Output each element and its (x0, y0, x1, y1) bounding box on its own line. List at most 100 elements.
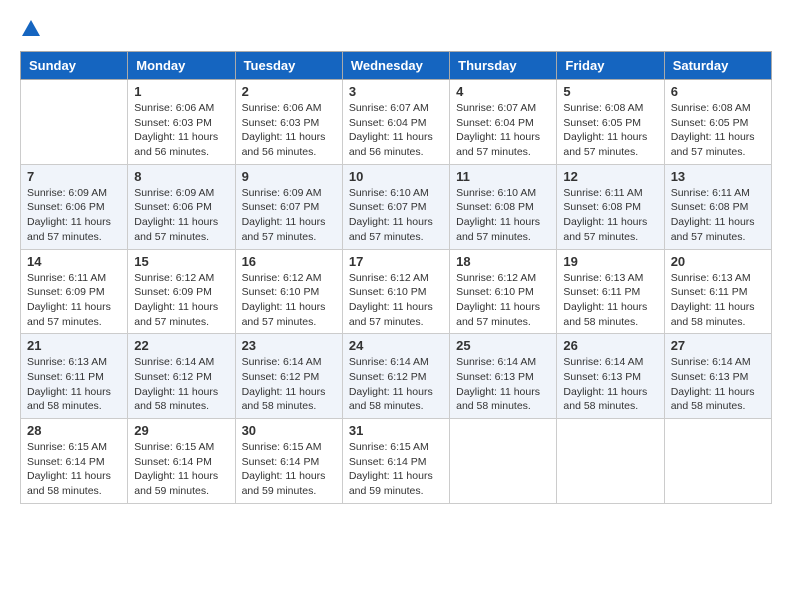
day-number: 3 (349, 84, 443, 99)
day-number: 8 (134, 169, 228, 184)
day-info: Sunrise: 6:06 AM Sunset: 6:03 PM Dayligh… (134, 101, 228, 160)
calendar-header-row: SundayMondayTuesdayWednesdayThursdayFrid… (21, 52, 772, 80)
day-number: 15 (134, 254, 228, 269)
day-info: Sunrise: 6:11 AM Sunset: 6:08 PM Dayligh… (563, 186, 657, 245)
day-number: 9 (242, 169, 336, 184)
day-number: 28 (27, 423, 121, 438)
day-info: Sunrise: 6:13 AM Sunset: 6:11 PM Dayligh… (563, 271, 657, 330)
day-info: Sunrise: 6:14 AM Sunset: 6:13 PM Dayligh… (456, 355, 550, 414)
day-number: 16 (242, 254, 336, 269)
logo (20, 20, 40, 41)
day-info: Sunrise: 6:13 AM Sunset: 6:11 PM Dayligh… (671, 271, 765, 330)
calendar-cell: 22 Sunrise: 6:14 AM Sunset: 6:12 PM Dayli… (128, 334, 235, 419)
day-number: 19 (563, 254, 657, 269)
day-info: Sunrise: 6:12 AM Sunset: 6:09 PM Dayligh… (134, 271, 228, 330)
day-info: Sunrise: 6:09 AM Sunset: 6:06 PM Dayligh… (27, 186, 121, 245)
day-number: 20 (671, 254, 765, 269)
day-number: 14 (27, 254, 121, 269)
logo-icon (22, 20, 40, 36)
calendar-cell: 10Sunrise: 6:10 AM Sunset: 6:07 PM Dayli… (342, 164, 449, 249)
day-number: 24 (349, 338, 443, 353)
day-info: Sunrise: 6:07 AM Sunset: 6:04 PM Dayligh… (349, 101, 443, 160)
day-number: 17 (349, 254, 443, 269)
day-number: 21 (27, 338, 121, 353)
day-info: Sunrise: 6:15 AM Sunset: 6:14 PM Dayligh… (349, 440, 443, 499)
calendar-cell: 5 Sunrise: 6:08 AM Sunset: 6:05 PM Daylig… (557, 80, 664, 165)
calendar-cell: 30 Sunrise: 6:15 AM Sunset: 6:14 PM Dayli… (235, 419, 342, 504)
calendar-cell: 23 Sunrise: 6:14 AM Sunset: 6:12 PM Dayli… (235, 334, 342, 419)
calendar-cell (557, 419, 664, 504)
day-info: Sunrise: 6:12 AM Sunset: 6:10 PM Dayligh… (349, 271, 443, 330)
day-info: Sunrise: 6:08 AM Sunset: 6:05 PM Dayligh… (671, 101, 765, 160)
header-wednesday: Wednesday (342, 52, 449, 80)
calendar-cell: 17 Sunrise: 6:12 AM Sunset: 6:10 PM Dayli… (342, 249, 449, 334)
calendar-cell: 7 Sunrise: 6:09 AM Sunset: 6:06 PM Daylig… (21, 164, 128, 249)
day-info: Sunrise: 6:11 AM Sunset: 6:08 PM Dayligh… (671, 186, 765, 245)
day-number: 18 (456, 254, 550, 269)
calendar-week-row: 28 Sunrise: 6:15 AM Sunset: 6:14 PM Dayli… (21, 419, 772, 504)
day-number: 22 (134, 338, 228, 353)
day-number: 5 (563, 84, 657, 99)
day-number: 26 (563, 338, 657, 353)
day-info: Sunrise: 6:15 AM Sunset: 6:14 PM Dayligh… (134, 440, 228, 499)
calendar-cell: 26 Sunrise: 6:14 AM Sunset: 6:13 PM Dayli… (557, 334, 664, 419)
day-info: Sunrise: 6:14 AM Sunset: 6:12 PM Dayligh… (242, 355, 336, 414)
day-info: Sunrise: 6:12 AM Sunset: 6:10 PM Dayligh… (242, 271, 336, 330)
calendar-cell: 15 Sunrise: 6:12 AM Sunset: 6:09 PM Dayli… (128, 249, 235, 334)
calendar-cell: 31 Sunrise: 6:15 AM Sunset: 6:14 PM Dayli… (342, 419, 449, 504)
calendar-cell: 4Sunrise: 6:07 AM Sunset: 6:04 PM Daylig… (450, 80, 557, 165)
calendar-cell: 18 Sunrise: 6:12 AM Sunset: 6:10 PM Dayli… (450, 249, 557, 334)
day-info: Sunrise: 6:10 AM Sunset: 6:08 PM Dayligh… (456, 186, 550, 245)
day-info: Sunrise: 6:15 AM Sunset: 6:14 PM Dayligh… (242, 440, 336, 499)
calendar-cell (21, 80, 128, 165)
day-info: Sunrise: 6:11 AM Sunset: 6:09 PM Dayligh… (27, 271, 121, 330)
day-info: Sunrise: 6:14 AM Sunset: 6:12 PM Dayligh… (134, 355, 228, 414)
calendar-cell: 27Sunrise: 6:14 AM Sunset: 6:13 PM Dayli… (664, 334, 771, 419)
day-info: Sunrise: 6:06 AM Sunset: 6:03 PM Dayligh… (242, 101, 336, 160)
day-info: Sunrise: 6:14 AM Sunset: 6:13 PM Dayligh… (563, 355, 657, 414)
day-number: 27 (671, 338, 765, 353)
day-number: 31 (349, 423, 443, 438)
calendar-week-row: 21Sunrise: 6:13 AM Sunset: 6:11 PM Dayli… (21, 334, 772, 419)
day-info: Sunrise: 6:14 AM Sunset: 6:12 PM Dayligh… (349, 355, 443, 414)
calendar-cell: 19 Sunrise: 6:13 AM Sunset: 6:11 PM Dayli… (557, 249, 664, 334)
calendar-week-row: 7 Sunrise: 6:09 AM Sunset: 6:06 PM Daylig… (21, 164, 772, 249)
calendar-week-row: 1 Sunrise: 6:06 AM Sunset: 6:03 PM Daylig… (21, 80, 772, 165)
page-header (20, 20, 772, 41)
day-number: 30 (242, 423, 336, 438)
calendar-cell: 3 Sunrise: 6:07 AM Sunset: 6:04 PM Daylig… (342, 80, 449, 165)
day-number: 11 (456, 169, 550, 184)
calendar-cell (450, 419, 557, 504)
day-number: 12 (563, 169, 657, 184)
calendar-cell: 28 Sunrise: 6:15 AM Sunset: 6:14 PM Dayli… (21, 419, 128, 504)
day-number: 23 (242, 338, 336, 353)
day-info: Sunrise: 6:07 AM Sunset: 6:04 PM Dayligh… (456, 101, 550, 160)
calendar-table: SundayMondayTuesdayWednesdayThursdayFrid… (20, 51, 772, 504)
header-thursday: Thursday (450, 52, 557, 80)
calendar-cell: 16 Sunrise: 6:12 AM Sunset: 6:10 PM Dayli… (235, 249, 342, 334)
calendar-cell: 29Sunrise: 6:15 AM Sunset: 6:14 PM Dayli… (128, 419, 235, 504)
calendar-cell: 21Sunrise: 6:13 AM Sunset: 6:11 PM Dayli… (21, 334, 128, 419)
day-number: 1 (134, 84, 228, 99)
calendar-cell: 6 Sunrise: 6:08 AM Sunset: 6:05 PM Daylig… (664, 80, 771, 165)
day-info: Sunrise: 6:09 AM Sunset: 6:07 PM Dayligh… (242, 186, 336, 245)
day-info: Sunrise: 6:15 AM Sunset: 6:14 PM Dayligh… (27, 440, 121, 499)
calendar-cell: 1 Sunrise: 6:06 AM Sunset: 6:03 PM Daylig… (128, 80, 235, 165)
day-info: Sunrise: 6:09 AM Sunset: 6:06 PM Dayligh… (134, 186, 228, 245)
day-info: Sunrise: 6:08 AM Sunset: 6:05 PM Dayligh… (563, 101, 657, 160)
day-number: 6 (671, 84, 765, 99)
day-number: 2 (242, 84, 336, 99)
calendar-cell: 8 Sunrise: 6:09 AM Sunset: 6:06 PM Daylig… (128, 164, 235, 249)
header-friday: Friday (557, 52, 664, 80)
day-number: 7 (27, 169, 121, 184)
header-sunday: Sunday (21, 52, 128, 80)
header-monday: Monday (128, 52, 235, 80)
day-info: Sunrise: 6:12 AM Sunset: 6:10 PM Dayligh… (456, 271, 550, 330)
calendar-cell: 24 Sunrise: 6:14 AM Sunset: 6:12 PM Dayli… (342, 334, 449, 419)
day-number: 25 (456, 338, 550, 353)
day-number: 13 (671, 169, 765, 184)
calendar-week-row: 14 Sunrise: 6:11 AM Sunset: 6:09 PM Dayli… (21, 249, 772, 334)
header-saturday: Saturday (664, 52, 771, 80)
day-number: 10 (349, 169, 443, 184)
calendar-cell: 14 Sunrise: 6:11 AM Sunset: 6:09 PM Dayli… (21, 249, 128, 334)
